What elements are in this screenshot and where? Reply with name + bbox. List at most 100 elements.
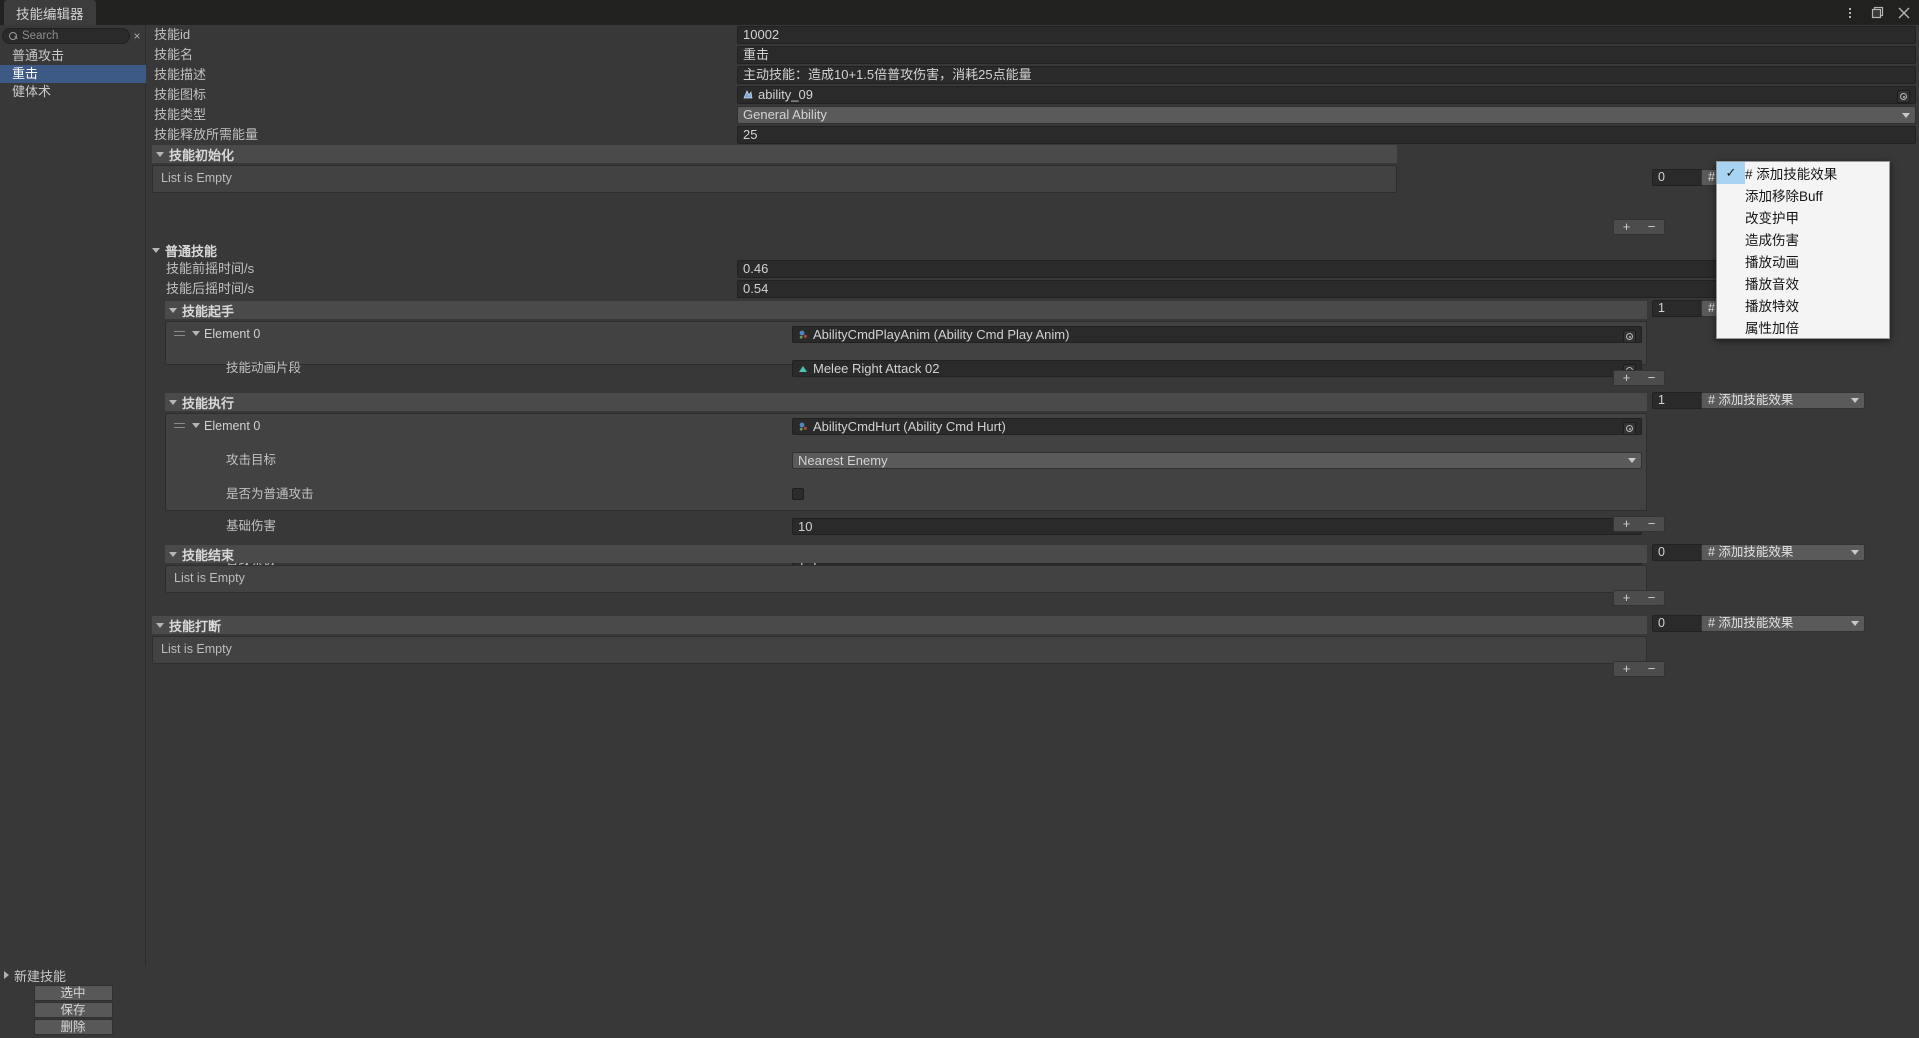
list-init: List is Empty xyxy=(152,165,1397,193)
object-picker-button[interactable] xyxy=(1623,330,1636,342)
triangle-right-icon xyxy=(4,971,9,979)
dropdown-menu-item-1[interactable]: 添加移除Buff xyxy=(1717,184,1889,206)
object-picker-button[interactable] xyxy=(1897,90,1910,103)
new-skill-foldout[interactable]: 新建技能 xyxy=(0,966,146,984)
select-button[interactable]: 选中 xyxy=(33,985,113,1001)
tab-label: 技能编辑器 xyxy=(16,6,84,22)
effect-dropdown-execute-value: # 添加技能效果 xyxy=(1708,393,1794,407)
element-label-startup-0: Element 0 xyxy=(204,327,261,341)
drag-handle-icon[interactable] xyxy=(174,423,185,431)
dropdown-menu-item-2-label: 改变护甲 xyxy=(1745,211,1799,226)
clear-search-button[interactable]: × xyxy=(130,30,144,42)
prop-row-startup-anim: 技能动画片段 Melee Right Attack 02 xyxy=(166,360,1646,377)
remove-button-finish[interactable]: − xyxy=(1648,591,1656,605)
dropdown-menu-item-4[interactable]: 播放动画 xyxy=(1717,250,1889,272)
triangle-down-icon xyxy=(156,622,164,628)
kebab-icon[interactable] xyxy=(1843,6,1857,20)
save-button[interactable]: 保存 xyxy=(33,1002,113,1018)
dropdown-menu-item-0[interactable]: ✓ # 添加技能效果 xyxy=(1717,162,1889,184)
maximize-icon[interactable] xyxy=(1870,6,1884,20)
enum-execute-target-value: Nearest Enemy xyxy=(798,453,888,468)
dropdown-menu-item-6[interactable]: 播放特效 xyxy=(1717,294,1889,316)
remove-button-init[interactable]: − xyxy=(1648,220,1656,234)
dropdown-menu-item-2[interactable]: 改变护甲 xyxy=(1717,206,1889,228)
prop-row-execute-isnormal: 是否为普通攻击 xyxy=(166,486,1646,502)
delete-button[interactable]: 删除 xyxy=(33,1019,113,1035)
remove-button-startup[interactable]: − xyxy=(1648,371,1656,385)
label-execute-target: 攻击目标 xyxy=(226,453,277,467)
effect-dropdown-interrupt[interactable]: # 添加技能效果 xyxy=(1701,615,1865,632)
label-startup-animclip: 技能动画片段 xyxy=(226,361,302,375)
remove-button-interrupt[interactable]: − xyxy=(1648,662,1656,676)
input-skill-id[interactable]: 10002 xyxy=(737,26,1916,44)
chevron-down-icon xyxy=(1628,458,1636,463)
input-postcast[interactable]: 0.54 xyxy=(737,280,1794,298)
input-skill-desc[interactable]: 主动技能：造成10+1.5倍普攻伤害，消耗25点能量 xyxy=(737,66,1916,84)
chevron-down-icon xyxy=(1851,621,1859,626)
objectfield-startup-animclip[interactable]: Melee Right Attack 02 xyxy=(792,360,1642,377)
new-skill-label: 新建技能 xyxy=(14,968,67,984)
element-row-startup-0[interactable]: Element 0 AbilityCmdPlayAnim (Ability Cm… xyxy=(166,326,1646,343)
add-button-execute[interactable]: + xyxy=(1623,517,1631,531)
field-row-skill-icon: 技能图标 ability_09 xyxy=(147,85,1919,105)
objectfield-startup-animclip-value: Melee Right Attack 02 xyxy=(813,360,940,376)
objectfield-skill-icon[interactable]: ability_09 xyxy=(737,86,1916,104)
section-header-execute[interactable]: 技能执行 xyxy=(165,393,1647,411)
element-row-execute-0[interactable]: Element 0 AbilityCmdHurt (Ability Cmd Hu… xyxy=(166,418,1646,435)
enum-skill-type[interactable]: General Ability xyxy=(737,106,1916,124)
add-button-startup[interactable]: + xyxy=(1623,371,1631,385)
drag-handle-icon[interactable] xyxy=(174,331,185,339)
input-execute-basedmg[interactable]: 10 xyxy=(792,518,1642,535)
section-header-interrupt[interactable]: 技能打断 xyxy=(152,616,1647,634)
effect-dropdown-interrupt-value: # 添加技能效果 xyxy=(1708,616,1794,630)
objectfield-execute-cmd[interactable]: AbilityCmdHurt (Ability Cmd Hurt) xyxy=(792,418,1642,435)
checkbox-execute-isnormal[interactable] xyxy=(792,488,804,500)
section-title-init: 技能初始化 xyxy=(169,147,235,163)
list-init-empty: List is Empty xyxy=(161,171,232,185)
skill-list-item-2[interactable]: 健体术 xyxy=(0,83,146,101)
list-finish: List is Empty xyxy=(165,565,1647,593)
enum-execute-target[interactable]: Nearest Enemy xyxy=(792,452,1642,469)
skill-list-item-0[interactable]: 普通攻击 xyxy=(0,47,146,65)
add-button-interrupt[interactable]: + xyxy=(1623,662,1631,676)
prop-row-execute-basedmg: 基础伤害 10 xyxy=(166,518,1646,535)
close-icon[interactable] xyxy=(1897,6,1911,20)
add-button-finish[interactable]: + xyxy=(1623,591,1631,605)
dropdown-menu-item-7-label: 属性加倍 xyxy=(1745,321,1799,336)
dropdown-menu-item-5[interactable]: 播放音效 xyxy=(1717,272,1889,294)
label-skill-id: 技能id xyxy=(154,27,191,42)
objectfield-startup-cmd[interactable]: AbilityCmdPlayAnim (Ability Cmd Play Ani… xyxy=(792,326,1642,343)
effect-dropdown-execute[interactable]: # 添加技能效果 xyxy=(1701,392,1865,409)
remove-button-execute[interactable]: − xyxy=(1648,517,1656,531)
dropdown-menu-item-7[interactable]: 属性加倍 xyxy=(1717,316,1889,338)
list-interrupt: List is Empty xyxy=(152,636,1647,664)
object-picker-button[interactable] xyxy=(1623,422,1636,434)
tab-skill-editor[interactable]: 技能编辑器 xyxy=(4,0,96,25)
objectfield-startup-cmd-value: AbilityCmdPlayAnim (Ability Cmd Play Ani… xyxy=(813,326,1070,342)
section-title-execute: 技能执行 xyxy=(182,395,235,411)
skill-list: 普通攻击 重击 健体术 xyxy=(0,47,146,101)
field-row-skill-energy: 技能释放所需能量 25 xyxy=(147,125,1919,145)
triangle-down-icon xyxy=(192,423,200,428)
field-row-postcast: 技能后摇时间/s 0.54 xyxy=(152,279,1919,299)
input-skill-name[interactable]: 重击 xyxy=(737,46,1916,64)
effect-dropdown-menu[interactable]: ✓ # 添加技能效果 添加移除Buff 改变护甲 造成伤害 播放动画 播放音效 … xyxy=(1716,161,1890,339)
dropdown-menu-item-4-label: 播放动画 xyxy=(1745,255,1799,270)
section-header-startup[interactable]: 技能起手 xyxy=(165,301,1647,319)
search-input[interactable]: Search xyxy=(2,28,130,44)
section-header-normal[interactable]: 普通技能 xyxy=(152,241,1919,259)
section-header-init[interactable]: 技能初始化 xyxy=(152,145,1397,163)
input-skill-energy[interactable]: 25 xyxy=(737,126,1916,144)
triangle-down-icon xyxy=(169,307,177,313)
effect-dropdown-finish[interactable]: # 添加技能效果 xyxy=(1701,544,1865,561)
add-button-init[interactable]: + xyxy=(1623,220,1631,234)
skill-editor-window: 技能编辑器 Search × 普通攻击 重击 健体术 新建技能 选中 保存 删除… xyxy=(0,0,1919,1038)
listctrl-init: + − xyxy=(1613,219,1665,235)
sprite-icon xyxy=(742,89,754,101)
input-precast[interactable]: 0.46 xyxy=(737,260,1794,278)
chevron-down-icon xyxy=(1902,113,1910,118)
prop-row-execute-target: 攻击目标 Nearest Enemy xyxy=(166,452,1646,469)
skill-list-item-1[interactable]: 重击 xyxy=(0,65,146,83)
dropdown-menu-item-3[interactable]: 造成伤害 xyxy=(1717,228,1889,250)
section-header-finish[interactable]: 技能结束 xyxy=(165,545,1647,563)
